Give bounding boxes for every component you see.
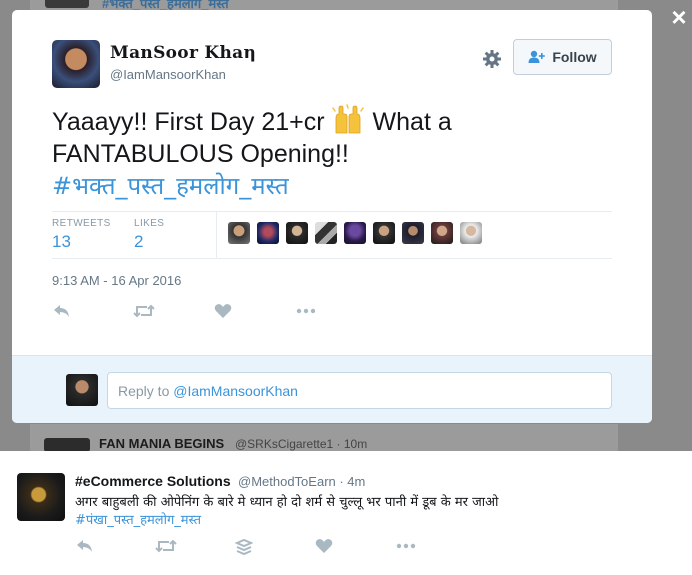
background-avatar <box>45 0 89 8</box>
liker-avatar[interactable] <box>402 222 424 244</box>
reply-mention: @IamMansoorKhan <box>173 383 298 399</box>
divider <box>216 212 217 258</box>
tweet-modal: ManSoor Khaη @IamMansoorKhan Follow Yaaa… <box>12 10 652 423</box>
follow-button[interactable]: Follow <box>513 39 612 75</box>
liker-avatar[interactable] <box>286 222 308 244</box>
user-handle[interactable]: @IamMansoorKhan <box>110 67 226 82</box>
user-handle[interactable]: @MethodToEarn · 4m <box>238 474 365 489</box>
tweet-actions <box>75 538 475 558</box>
gear-icon[interactable] <box>480 47 504 71</box>
more-icon[interactable] <box>295 303 376 323</box>
display-name[interactable]: ManSoor Khaη <box>110 43 256 63</box>
liker-avatar[interactable] <box>431 222 453 244</box>
retweets-label: RETWEETS <box>52 218 111 229</box>
liker-avatar[interactable] <box>228 222 250 244</box>
tweet-text: अगर बाहुबली की ओपेनिंग के बारे मे ध्यान … <box>75 495 499 510</box>
tweet-text-line1-tail: What a <box>372 108 452 136</box>
retweet-icon[interactable] <box>155 538 235 558</box>
divider <box>52 258 612 259</box>
avatar[interactable] <box>17 473 65 521</box>
display-name[interactable]: #eCommerce Solutions <box>75 473 231 489</box>
close-icon[interactable]: × <box>668 4 690 30</box>
liker-avatar[interactable] <box>373 222 395 244</box>
background-avatar <box>44 438 90 452</box>
tweet-timestamp[interactable]: 9:13 AM - 16 Apr 2016 <box>52 273 181 288</box>
more-icon[interactable] <box>395 538 475 558</box>
reply-input[interactable]: Reply to @IamMansoorKhan <box>107 372 612 409</box>
tweet-actions <box>52 303 376 323</box>
tweet-text-line2: FANTABULOUS Opening!! <box>52 140 349 168</box>
avatar <box>66 374 98 406</box>
liker-avatar[interactable] <box>344 222 366 244</box>
background-tweet-name: FAN MANIA BEGINS <box>99 436 225 451</box>
reply-prefix: Reply to <box>118 383 174 399</box>
tweet-text: Yaaayy!! First Day 21+cr What a FANTABUL… <box>52 104 612 202</box>
tweet-hashtag-link[interactable]: #पंखा_पस्त_हमलोग_मस्त <box>75 510 201 528</box>
follow-label: Follow <box>552 49 597 65</box>
retweets-count[interactable]: 13 <box>52 232 71 252</box>
liker-avatar[interactable] <box>257 222 279 244</box>
reply-icon[interactable] <box>75 538 155 558</box>
like-icon[interactable] <box>315 538 395 558</box>
like-icon[interactable] <box>214 303 295 323</box>
background-tweet-meta: @SRKsCigarette1 · 10m <box>235 437 368 451</box>
divider <box>52 211 612 212</box>
likes-count[interactable]: 2 <box>134 232 143 252</box>
stack-icon[interactable] <box>235 538 315 558</box>
reply-area: Reply to @IamMansoorKhan <box>12 355 652 423</box>
tweet-hashtag-link[interactable]: #भक्त_पस्त_हमलोग_मस्त <box>52 172 289 200</box>
likers-avatars <box>228 222 482 244</box>
avatar[interactable] <box>52 40 100 88</box>
follow-person-icon <box>528 50 546 64</box>
liker-avatar[interactable] <box>460 222 482 244</box>
raised-hands-emoji <box>331 104 365 134</box>
liker-avatar[interactable] <box>315 222 337 244</box>
tweet-text-line1: Yaaayy!! First Day 21+cr <box>52 108 325 136</box>
timeline-tweet: #eCommerce Solutions @MethodToEarn · 4m … <box>0 451 692 575</box>
likes-label: LIKES <box>134 218 165 229</box>
reply-icon[interactable] <box>52 303 133 323</box>
retweet-icon[interactable] <box>133 303 214 323</box>
